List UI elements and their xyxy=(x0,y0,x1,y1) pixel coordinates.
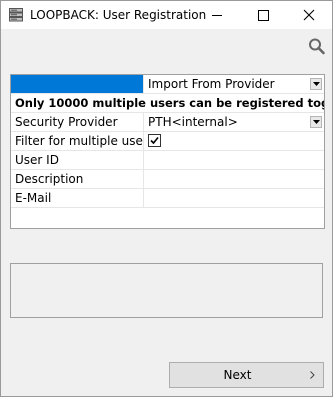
filter-multiple-users-checkbox[interactable] xyxy=(148,134,161,147)
description-label: Description xyxy=(11,170,144,188)
server-icon xyxy=(9,8,23,22)
user-id-field[interactable] xyxy=(144,151,324,169)
title-bar[interactable]: LOOPBACK: User Registration xyxy=(1,1,332,29)
source-row[interactable]: Import From Provider xyxy=(11,75,324,94)
email-field[interactable] xyxy=(144,189,324,207)
search-icon[interactable] xyxy=(307,37,327,55)
source-dropdown[interactable]: Import From Provider xyxy=(144,75,324,93)
filter-multiple-users-cell[interactable] xyxy=(144,132,324,150)
close-icon xyxy=(303,9,315,21)
minimize-icon xyxy=(212,15,222,16)
filter-multiple-users-row[interactable]: Filter for multiple users xyxy=(11,132,324,151)
description-field[interactable] xyxy=(144,170,324,188)
email-row[interactable]: E-Mail xyxy=(11,189,324,208)
user-registration-window: LOOPBACK: User Registration Import From … xyxy=(0,0,333,397)
email-label: E-Mail xyxy=(11,189,144,207)
checkmark-icon xyxy=(150,136,159,145)
user-id-label: User ID xyxy=(11,151,144,169)
user-id-row[interactable]: User ID xyxy=(11,151,324,170)
dropdown-arrow-button[interactable] xyxy=(310,116,322,128)
source-value: Import From Provider xyxy=(148,77,275,91)
chevron-down-icon xyxy=(313,82,320,86)
security-provider-label: Security Provider xyxy=(11,113,144,131)
property-grid: Import From Provider Only 10000 multiple… xyxy=(10,74,325,229)
notice-row: Only 10000 multiple users can be registe… xyxy=(11,94,324,113)
description-row[interactable]: Description xyxy=(11,170,324,189)
next-button-label: Next xyxy=(223,368,252,382)
dropdown-arrow-button[interactable] xyxy=(310,78,322,90)
registration-limit-notice: Only 10000 multiple users can be registe… xyxy=(15,96,324,110)
security-provider-dropdown[interactable]: PTH<internal> xyxy=(144,113,324,131)
chevron-down-icon xyxy=(313,120,320,124)
next-button[interactable]: Next xyxy=(169,362,324,388)
security-provider-value: PTH<internal> xyxy=(148,115,238,129)
window-title: LOOPBACK: User Registration xyxy=(30,8,207,22)
minimize-button[interactable] xyxy=(194,1,240,29)
maximize-icon xyxy=(258,10,269,21)
chevron-right-icon xyxy=(310,371,315,379)
security-provider-row[interactable]: Security Provider PTH<internal> xyxy=(11,113,324,132)
message-area xyxy=(10,263,323,318)
maximize-button[interactable] xyxy=(240,1,286,29)
close-button[interactable] xyxy=(286,1,332,29)
filter-multiple-users-label: Filter for multiple users xyxy=(11,132,144,150)
source-label[interactable] xyxy=(11,75,144,93)
